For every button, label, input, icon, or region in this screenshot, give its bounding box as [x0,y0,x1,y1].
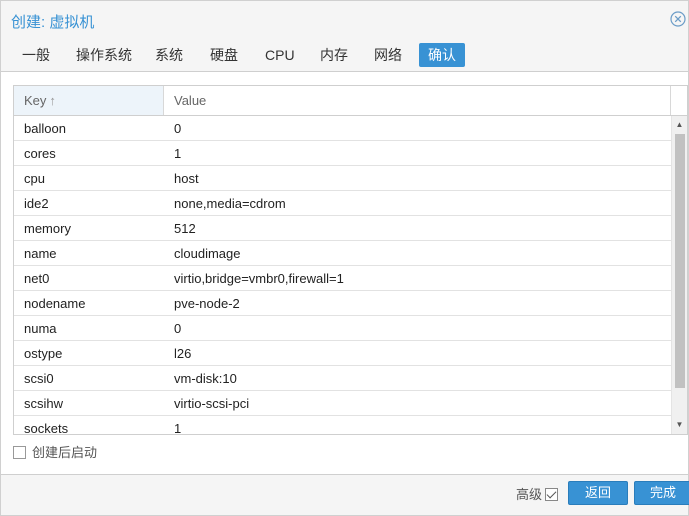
tab-hard-disk[interactable]: 硬盘 [201,43,247,67]
cell-key: numa [24,321,57,336]
cell-key: cores [24,146,56,161]
table-row[interactable]: name cloudimage [14,241,671,266]
wizard-tabs: 一般 操作系统 系统 硬盘 CPU 内存 网络 确认 [1,39,688,71]
cell-value: 1 [174,146,182,161]
column-header-value[interactable]: Value [164,86,671,115]
cell-value: l26 [174,346,192,361]
finish-button[interactable]: 完成 [634,481,689,505]
grid-header: Key ↑ Value [14,86,687,116]
cell-value: virtio,bridge=vmbr0,firewall=1 [174,271,344,286]
close-icon[interactable] [670,11,686,27]
dialog-title: 创建: 虚拟机 [11,14,95,31]
cell-key: net0 [24,271,50,286]
table-row[interactable]: cpu host [14,166,671,191]
sort-ascending-icon: ↑ [49,93,56,108]
start-after-created-checkbox[interactable] [13,446,26,459]
cell-value: pve-node-2 [174,296,240,311]
table-row[interactable]: sockets 1 [14,416,671,434]
table-row[interactable]: net0 virtio,bridge=vmbr0,firewall=1 [14,266,671,291]
table-row[interactable]: nodename pve-node-2 [14,291,671,316]
tab-system[interactable]: 系统 [146,43,192,67]
tab-os[interactable]: 操作系统 [67,43,141,67]
vertical-scrollbar[interactable]: ▲ ▼ [671,116,687,434]
scrollbar-thumb[interactable] [675,134,685,388]
cell-key: cpu [24,171,45,186]
table-row[interactable]: ostype l26 [14,341,671,366]
table-row[interactable]: memory 512 [14,216,671,241]
cell-value: 0 [174,321,182,336]
tab-confirm[interactable]: 确认 [419,43,465,67]
cell-key: ostype [24,346,63,361]
cell-key: balloon [24,121,66,136]
cell-value: 0 [174,121,182,136]
scroll-down-arrow-icon[interactable]: ▼ [672,418,687,432]
tab-memory[interactable]: 内存 [311,43,357,67]
cell-key: scsi0 [24,371,54,386]
advanced-toggle[interactable]: 高级 [516,485,559,505]
tab-general[interactable]: 一般 [13,43,59,67]
column-header-key[interactable]: Key ↑ [14,86,164,115]
cell-key: name [24,246,57,261]
table-row[interactable]: numa 0 [14,316,671,341]
cell-value: 1 [174,421,182,434]
column-header-key-label: Key [24,93,47,108]
cell-value: virtio-scsi-pci [174,396,250,411]
back-button[interactable]: 返回 [568,481,628,505]
scroll-up-arrow-icon[interactable]: ▲ [672,118,687,132]
create-vm-dialog: 创建: 虚拟机 一般 操作系统 系统 硬盘 CPU 内存 网络 确认 Key ↑ … [0,0,689,516]
tab-network[interactable]: 网络 [365,43,411,67]
cell-value: none,media=cdrom [174,196,286,211]
dialog-footer: 高级 返回 完成 [1,475,689,515]
table-row[interactable]: balloon 0 [14,116,671,141]
settings-grid: Key ↑ Value balloon 0 cores 1 cpu host ide2 n… [13,85,688,435]
cell-key: scsihw [24,396,64,411]
cell-value: host [174,171,199,186]
start-after-created-toggle[interactable]: 创建后启动 [13,444,97,462]
cell-key: memory [24,221,71,236]
cell-value: 512 [174,221,196,236]
confirm-panel: Key ↑ Value balloon 0 cores 1 cpu host ide2 n… [1,71,688,475]
cell-key: ide2 [24,196,49,211]
cell-key: nodename [24,296,86,311]
cell-key: sockets [24,421,69,434]
table-row[interactable]: scsihw virtio-scsi-pci [14,391,671,416]
advanced-label: 高级 [516,487,543,502]
cell-value: vm-disk:10 [174,371,237,386]
advanced-checkbox[interactable] [545,488,559,501]
titlebar: 创建: 虚拟机 [1,1,688,39]
table-row[interactable]: cores 1 [14,141,671,166]
table-row[interactable]: scsi0 vm-disk:10 [14,366,671,391]
tab-cpu[interactable]: CPU [256,43,304,67]
table-row[interactable]: ide2 none,media=cdrom [14,191,671,216]
start-after-created-label: 创建后启动 [32,445,98,460]
cell-value: cloudimage [174,246,241,261]
grid-rows: balloon 0 cores 1 cpu host ide2 none,media=c… [14,116,671,434]
